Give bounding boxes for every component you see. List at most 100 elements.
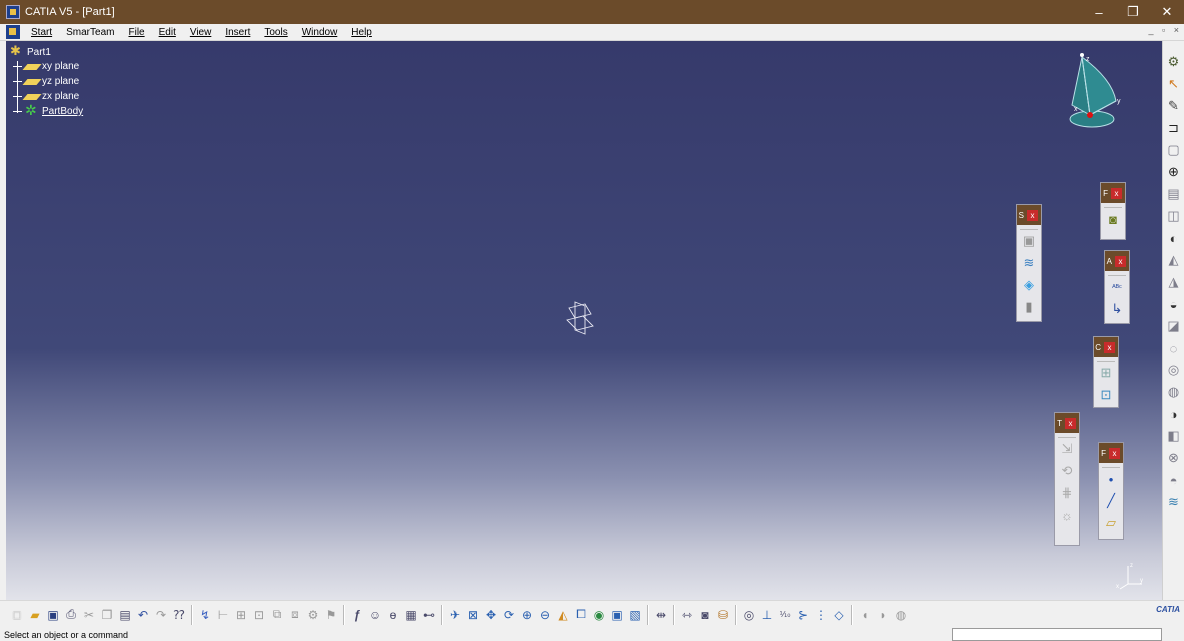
- measure-item-icon[interactable]: ⇿: [678, 605, 696, 625]
- render-style-icon[interactable]: ◉: [590, 605, 608, 625]
- save-icon[interactable]: ▣: [44, 605, 62, 625]
- menu-edit[interactable]: Edit: [152, 27, 183, 38]
- flag-note-icon[interactable]: ↳: [1105, 298, 1129, 320]
- tree-node-partbody[interactable]: PartBody: [10, 102, 83, 119]
- rotate-view-icon[interactable]: ⟳: [500, 605, 518, 625]
- shaft-icon[interactable]: ⊕: [1168, 161, 1179, 183]
- select-arrow-icon[interactable]: ↖: [1168, 73, 1179, 95]
- 3d-viewport[interactable]: Part1 xy plane yz plane zx plane PartBod…: [6, 41, 1162, 600]
- document-icon[interactable]: [6, 25, 20, 39]
- toolbar-header[interactable]: Sx: [1017, 205, 1041, 225]
- menu-start[interactable]: Start: [24, 27, 59, 38]
- mirror-icon[interactable]: ◑: [1170, 403, 1178, 425]
- dimension-icon[interactable]: ⊱: [794, 605, 812, 625]
- rib-icon[interactable]: ◫: [1167, 205, 1179, 227]
- menu-smarteam[interactable]: SmarTeam: [59, 27, 121, 38]
- floating-toolbar-f-bottom[interactable]: Fx • ╱ ▱: [1098, 442, 1124, 540]
- chamfer-icon[interactable]: ◭: [1169, 249, 1179, 271]
- thread-icon[interactable]: ◌: [1170, 337, 1178, 359]
- tree-root[interactable]: Part1: [10, 43, 83, 59]
- toolbar-close-button[interactable]: x: [1104, 341, 1115, 353]
- tree-node-zx-plane[interactable]: zx plane: [10, 89, 83, 104]
- snap-icon[interactable]: ◎: [740, 605, 758, 625]
- toolbar-close-button[interactable]: x: [1111, 187, 1122, 199]
- draft-analysis-icon[interactable]: ◖: [856, 605, 874, 625]
- sketch-icon[interactable]: ✎: [1168, 95, 1179, 117]
- zoom-out-icon[interactable]: ⊖: [536, 605, 554, 625]
- hide-show-icon[interactable]: ▣: [608, 605, 626, 625]
- dress-up-icon[interactable]: ⋮: [812, 605, 830, 625]
- whats-this-icon[interactable]: ⁇: [170, 605, 188, 625]
- toolbar-close-button[interactable]: x: [1065, 417, 1076, 429]
- floating-toolbar-c[interactable]: Cx ⊞ ⊡: [1093, 336, 1119, 408]
- sketch-analysis-icon[interactable]: ⧈: [286, 605, 304, 625]
- constraint-dialog-icon[interactable]: ⊞: [232, 605, 250, 625]
- fit-all-icon[interactable]: ◙: [1101, 208, 1125, 230]
- menu-help[interactable]: Help: [344, 27, 379, 38]
- solid-icon[interactable]: ▣: [1017, 230, 1041, 252]
- pattern-tool-icon[interactable]: ◧: [1167, 425, 1179, 447]
- catalog-icon[interactable]: ⚙: [304, 605, 322, 625]
- toolbar-close-button[interactable]: x: [1115, 255, 1126, 267]
- restore-button[interactable]: ❐: [1116, 0, 1150, 24]
- toolbar-header[interactable]: Fx: [1099, 443, 1123, 463]
- text-annotation-icon[interactable]: ᴬᴮᶜ: [1105, 276, 1129, 298]
- law-icon[interactable]: ɵ: [384, 605, 402, 625]
- toolbar-header[interactable]: Tx: [1055, 413, 1079, 433]
- close-button[interactable]: ✕: [1150, 0, 1184, 24]
- paste-icon[interactable]: ▤: [116, 605, 134, 625]
- document-window-controls[interactable]: _ ▫ ×: [1149, 25, 1182, 35]
- rotate-icon[interactable]: ⟲: [1055, 460, 1079, 482]
- copy-icon[interactable]: ❐: [98, 605, 116, 625]
- line-icon[interactable]: ╱: [1099, 490, 1123, 512]
- formula-icon[interactable]: ƒ: [348, 605, 366, 625]
- hole-icon[interactable]: ▤: [1167, 183, 1179, 205]
- compass-icon[interactable]: z y x: [1060, 49, 1130, 131]
- fly-mode-icon[interactable]: ✈: [446, 605, 464, 625]
- pocket-icon[interactable]: ▢: [1167, 139, 1179, 161]
- gear-icon[interactable]: ⚙: [1168, 51, 1180, 73]
- fit-all-in-icon[interactable]: ⊠: [464, 605, 482, 625]
- pan-icon[interactable]: ✥: [482, 605, 500, 625]
- toolbar-close-button[interactable]: x: [1109, 447, 1120, 459]
- minimize-button[interactable]: –: [1082, 0, 1116, 24]
- menu-view[interactable]: View: [183, 27, 219, 38]
- new-file-icon[interactable]: □: [8, 605, 26, 625]
- print-icon[interactable]: ⎙: [62, 605, 80, 625]
- boolean-icon[interactable]: ⊗: [1168, 447, 1179, 469]
- tree-node-yz-plane[interactable]: yz plane: [10, 74, 83, 89]
- split-icon[interactable]: ◓: [1170, 469, 1178, 491]
- shell-icon[interactable]: ◒: [1170, 293, 1178, 315]
- toolbar-header[interactable]: Ax: [1105, 251, 1129, 271]
- tree-node-xy-plane[interactable]: xy plane: [10, 59, 83, 74]
- measure-icon[interactable]: ⊡: [250, 605, 268, 625]
- floating-toolbar-a[interactable]: Ax ᴬᴮᶜ ↳: [1104, 250, 1130, 324]
- scale-icon[interactable]: ☼: [1055, 504, 1079, 526]
- surface-icon[interactable]: ≋: [1017, 252, 1041, 274]
- menu-insert[interactable]: Insert: [218, 27, 257, 38]
- cut-icon[interactable]: ✂: [80, 605, 98, 625]
- normal-view-icon[interactable]: ◭: [554, 605, 572, 625]
- remove-face-icon[interactable]: ◎: [1168, 359, 1179, 381]
- measure-inertia-icon[interactable]: ◙: [696, 605, 714, 625]
- menu-file[interactable]: File: [121, 27, 151, 38]
- parameter-icon[interactable]: ⊷: [420, 605, 438, 625]
- thickness-icon[interactable]: ◪: [1167, 315, 1179, 337]
- box-icon[interactable]: ▮: [1017, 296, 1041, 318]
- constraint-box-icon[interactable]: ⊡: [1094, 384, 1118, 406]
- power-input-field[interactable]: [952, 628, 1162, 641]
- curvature-analysis-icon[interactable]: ◗: [874, 605, 892, 625]
- zoom-in-icon[interactable]: ⊕: [518, 605, 536, 625]
- draft-icon[interactable]: ◮: [1169, 271, 1179, 293]
- table-icon[interactable]: ▦: [402, 605, 420, 625]
- surface-fill-icon[interactable]: ◈: [1017, 274, 1041, 296]
- undo-icon[interactable]: ↶: [134, 605, 152, 625]
- menu-window[interactable]: Window: [295, 27, 345, 38]
- constraint-tool-icon[interactable]: ⊢: [214, 605, 232, 625]
- comment-icon[interactable]: ☺: [366, 605, 384, 625]
- scale-display-icon[interactable]: ⅒: [776, 605, 794, 625]
- thickness-analysis-icon[interactable]: ◍: [892, 605, 910, 625]
- measure-between-icon[interactable]: ⇹: [652, 605, 670, 625]
- open-file-icon[interactable]: ▰: [26, 605, 44, 625]
- pad-icon[interactable]: ⊐: [1168, 117, 1179, 139]
